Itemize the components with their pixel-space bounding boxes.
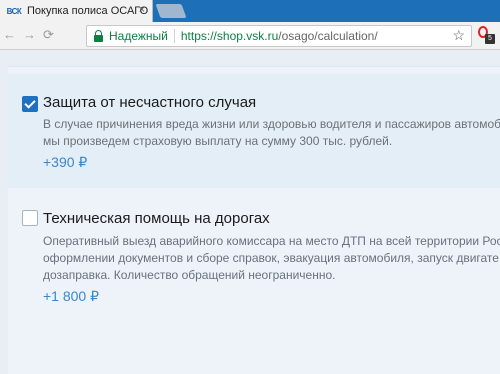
url-text[interactable]: https://shop.vsk.ru/osago/calculation/ xyxy=(181,29,378,43)
roadside-checkbox[interactable] xyxy=(22,210,38,226)
tab-close-icon[interactable]: × xyxy=(139,4,145,16)
option-card-accident: Защита от несчастного случая В случае пр… xyxy=(8,74,500,188)
option-description: В случае причинения вреда жизни или здор… xyxy=(43,117,500,148)
lock-icon xyxy=(94,29,103,42)
option-title[interactable]: Техническая помощь на дорогах xyxy=(43,210,270,227)
address-bar[interactable]: Надежный https://shop.vsk.ru/osago/calcu… xyxy=(86,25,472,47)
new-tab-button[interactable] xyxy=(155,4,187,18)
accident-checkbox[interactable] xyxy=(22,96,38,112)
option-title[interactable]: Защита от несчастного случая xyxy=(43,94,256,111)
opera-extension-icon[interactable]: 5 xyxy=(478,26,495,44)
option-card-roadside: Техническая помощь на дорогах Оперативны… xyxy=(8,196,500,320)
tab-title: Покупка полиса ОСАГО xyxy=(27,5,149,17)
forward-arrow-icon[interactable]: → xyxy=(23,27,36,42)
extension-badge: 5 xyxy=(485,34,495,44)
url-scheme: https:// xyxy=(180,29,217,43)
back-arrow-icon[interactable]: ← xyxy=(3,27,16,42)
url-host: shop.vsk.ru xyxy=(216,29,279,43)
bookmark-star-icon[interactable]: ☆ xyxy=(452,27,465,44)
address-divider xyxy=(173,29,175,43)
tab-active[interactable]: ВСК Покупка полиса ОСАГО × xyxy=(0,0,153,22)
tab-strip: ВСК Покупка полиса ОСАГО × xyxy=(0,0,500,22)
option-price: +390 ₽ xyxy=(43,154,88,170)
page-content: Защита от несчастного случая В случае пр… xyxy=(0,50,500,374)
option-description: Оперативный выезд аварийного комиссара н… xyxy=(43,234,500,282)
option-price: +1 800 ₽ xyxy=(43,288,100,304)
reload-icon[interactable]: ⟳ xyxy=(43,27,54,43)
secure-label: Надежный xyxy=(109,29,168,43)
url-path: /osago/calculation/ xyxy=(278,29,378,43)
site-favicon-icon: ВСК xyxy=(6,6,22,16)
browser-toolbar: ← → ⟳ Надежный https://shop.vsk.ru/osago… xyxy=(0,22,500,50)
